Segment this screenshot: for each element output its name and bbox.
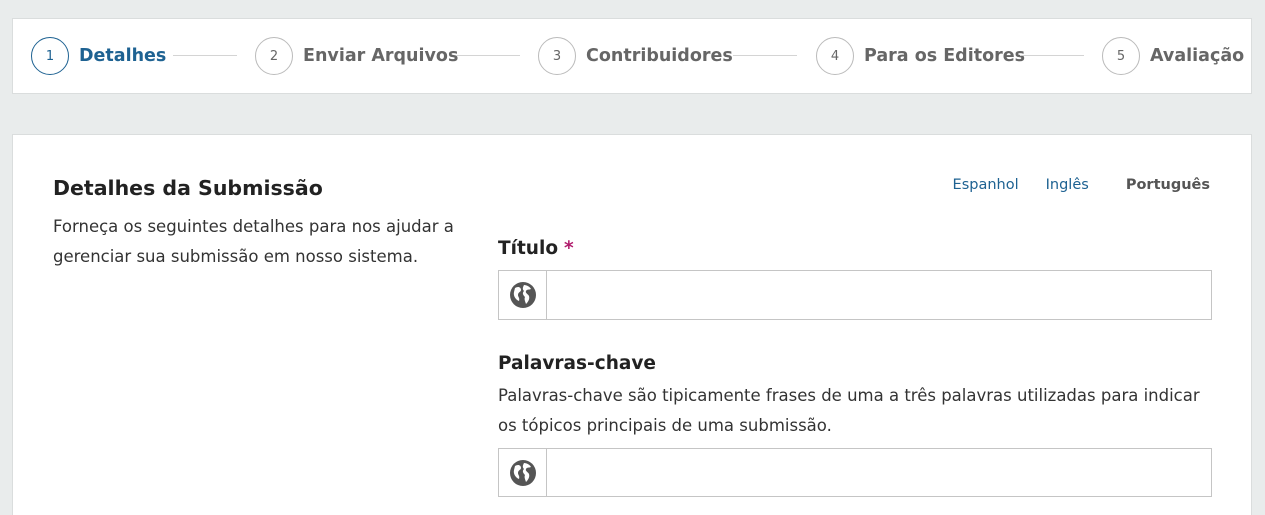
step-label: Enviar Arquivos: [303, 46, 459, 66]
step-contributors[interactable]: 3 Contribuidores: [538, 37, 733, 75]
section-title: Detalhes da Submissão: [53, 176, 323, 200]
step-label: Contribuidores: [586, 46, 733, 66]
keywords-description: Palavras-chave são tipicamente frases de…: [498, 386, 1200, 435]
submission-details-panel: Detalhes da Submissão Forneça os seguint…: [12, 134, 1252, 515]
title-label-text: Título: [498, 238, 559, 259]
step-number: 2: [255, 37, 293, 75]
keywords-field: [498, 448, 1212, 497]
language-portuguese[interactable]: Português: [1126, 177, 1210, 193]
globe-icon[interactable]: [499, 271, 547, 319]
step-review[interactable]: 5 Avaliação: [1102, 37, 1244, 75]
step-details[interactable]: 1 Detalhes: [31, 37, 166, 75]
step-upload-files[interactable]: 2 Enviar Arquivos: [255, 37, 458, 75]
section-description: Forneça os seguintes detalhes para nos a…: [53, 217, 454, 266]
language-switcher: Espanhol Inglês Português: [926, 177, 1210, 193]
step-for-editors[interactable]: 4 Para os Editores: [816, 37, 1025, 75]
step-label: Para os Editores: [864, 46, 1026, 66]
title-input[interactable]: [547, 271, 1211, 319]
keywords-input[interactable]: [547, 449, 1211, 496]
step-connector: [1020, 55, 1084, 56]
title-field: [498, 270, 1212, 320]
step-number: 1: [31, 37, 69, 75]
language-spanish[interactable]: Espanhol: [953, 177, 1019, 193]
keywords-label: Palavras-chave: [498, 353, 656, 374]
step-label: Detalhes: [79, 46, 167, 66]
step-number: 4: [816, 37, 854, 75]
step-connector: [733, 55, 797, 56]
required-mark: *: [564, 238, 574, 259]
step-label: Avaliação: [1150, 46, 1245, 66]
globe-icon[interactable]: [499, 449, 547, 496]
step-connector: [456, 55, 520, 56]
step-number: 3: [538, 37, 576, 75]
submission-stepper: 1 Detalhes 2 Enviar Arquivos 3 Contribui…: [12, 18, 1252, 94]
step-number: 5: [1102, 37, 1140, 75]
step-connector: [173, 55, 237, 56]
language-english[interactable]: Inglês: [1046, 177, 1089, 193]
title-label: Título *: [498, 238, 574, 259]
